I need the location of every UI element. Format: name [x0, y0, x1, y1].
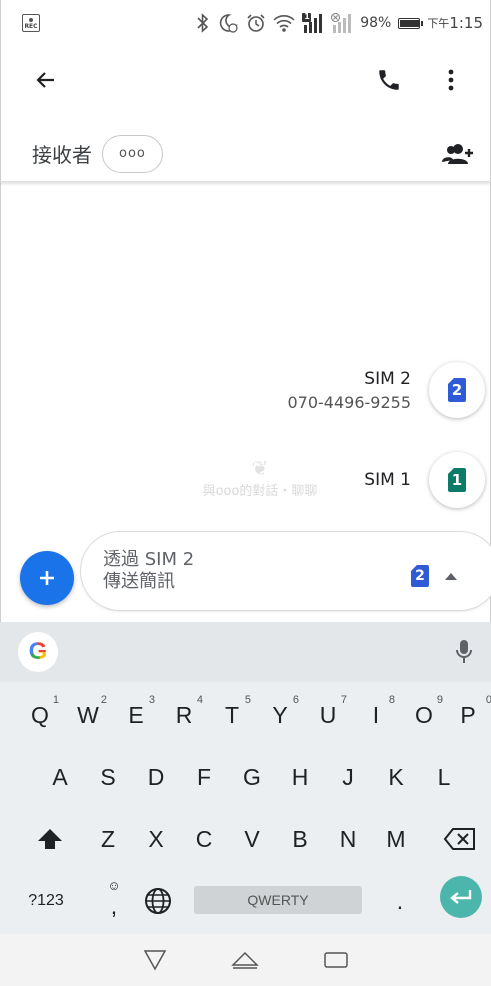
- add-person-icon[interactable]: [435, 132, 479, 176]
- key-m[interactable]: M: [374, 814, 418, 864]
- battery-percent: 98%: [360, 15, 392, 31]
- message-compose-field[interactable]: 透過 SIM 2 傳送簡訊 2: [80, 531, 491, 611]
- period-key[interactable]: .: [380, 876, 420, 926]
- watermark-text: 與ooo的對話・聊聊: [202, 484, 318, 499]
- sim-badge: 1: [304, 12, 310, 21]
- wifi-icon: [273, 13, 295, 33]
- signal-sim1-icon: 1: [302, 12, 324, 33]
- do-not-disturb-moon-icon: [217, 12, 239, 34]
- battery-icon: [398, 17, 424, 29]
- key-c[interactable]: C: [182, 814, 226, 864]
- more-vert-icon[interactable]: [431, 60, 471, 100]
- google-g-icon[interactable]: G: [18, 632, 58, 672]
- caret-up-icon: [445, 572, 457, 580]
- shift-icon[interactable]: [26, 814, 74, 864]
- compose-placeholder-line1: 透過 SIM 2: [103, 549, 195, 570]
- sim-option-number: 070-4496-9255: [287, 392, 411, 412]
- key-v[interactable]: V: [230, 814, 274, 864]
- sim-option-1[interactable]: SIM 1 1: [364, 452, 485, 508]
- key-g[interactable]: G: [230, 752, 274, 802]
- sim-card-icon: 2: [411, 565, 429, 587]
- sim-option-name: SIM 1: [364, 470, 411, 490]
- time-value: 1:15: [449, 14, 483, 32]
- leaf-logo-icon: ❦: [251, 456, 269, 480]
- key-o[interactable]: O9: [402, 690, 446, 740]
- recipient-label: 接收者: [32, 143, 92, 167]
- key-q[interactable]: Q1: [18, 690, 62, 740]
- back-triangle-icon[interactable]: [140, 945, 170, 975]
- clock: 下午 1:15: [427, 14, 483, 32]
- keyboard: G Q1 W2 E3 R4 T5 Y6 U7 I8 O9 P0 A S D F …: [0, 622, 491, 934]
- comma-label: ,: [110, 892, 118, 919]
- alarm-icon: [246, 13, 266, 33]
- key-z[interactable]: Z: [86, 814, 130, 864]
- emoji-hint-icon: ☺: [107, 878, 121, 893]
- recent-apps-icon[interactable]: [321, 945, 351, 975]
- key-x[interactable]: X: [134, 814, 178, 864]
- key-r[interactable]: R4: [162, 690, 206, 740]
- key-y[interactable]: Y6: [258, 690, 302, 740]
- keyboard-row-1: Q1 W2 E3 R4 T5 Y6 U7 I8 O9 P0: [0, 690, 491, 740]
- keyboard-row-3: Z X C V B N M: [0, 814, 491, 864]
- sim-1-button[interactable]: 1: [429, 452, 485, 508]
- compose-placeholder: 透過 SIM 2 傳送簡訊: [103, 549, 194, 593]
- signal-sim2-disabled-icon: [331, 13, 353, 33]
- key-a[interactable]: A: [38, 752, 82, 802]
- bluetooth-icon: [196, 13, 210, 33]
- key-e[interactable]: E3: [114, 690, 158, 740]
- key-l[interactable]: L: [422, 752, 466, 802]
- compose-placeholder-line2: 傳送簡訊: [103, 571, 175, 592]
- key-d[interactable]: D: [134, 752, 178, 802]
- key-b[interactable]: B: [278, 814, 322, 864]
- back-arrow-icon[interactable]: [30, 64, 62, 96]
- backspace-icon[interactable]: [436, 814, 484, 864]
- conversation-watermark: ❦ 與ooo的對話・聊聊: [180, 456, 340, 499]
- status-bar: REC 1 98% 下午 1:15: [0, 0, 491, 46]
- navigation-bar: [0, 934, 491, 986]
- sim-option-name: SIM 2: [364, 368, 411, 389]
- symbols-key[interactable]: ?123: [16, 876, 76, 926]
- keyboard-suggestion-bar: G: [0, 622, 491, 682]
- key-h[interactable]: H: [278, 752, 322, 802]
- mic-icon[interactable]: [449, 637, 479, 667]
- add-attachment-button[interactable]: [20, 551, 74, 605]
- top-app-bar: [0, 50, 491, 110]
- time-prefix: 下午: [427, 17, 450, 30]
- enter-icon[interactable]: [440, 876, 482, 918]
- recipient-row: 接收者 ooo: [0, 126, 491, 182]
- key-p[interactable]: P0: [446, 690, 491, 740]
- key-j[interactable]: J: [326, 752, 370, 802]
- sim-card-icon: 2: [448, 378, 466, 402]
- key-s[interactable]: S: [86, 752, 130, 802]
- keyboard-row-2: A S D F G H J K L: [0, 752, 491, 802]
- globe-icon[interactable]: [138, 876, 178, 926]
- screen-record-icon: REC: [22, 14, 40, 32]
- keyboard-row-4: ?123 ☺ , QWERTY .: [0, 876, 491, 926]
- sim-selector[interactable]: 2: [411, 565, 457, 587]
- sim-option-2[interactable]: SIM 2 070-4496-9255 2: [287, 362, 485, 418]
- key-n[interactable]: N: [326, 814, 370, 864]
- emoji-comma-key[interactable]: ☺ ,: [94, 876, 134, 926]
- key-f[interactable]: F: [182, 752, 226, 802]
- sim-2-button[interactable]: 2: [429, 362, 485, 418]
- recipient-chip[interactable]: ooo: [102, 134, 163, 173]
- sim-card-icon: 1: [448, 468, 466, 492]
- space-bar[interactable]: QWERTY: [194, 886, 362, 914]
- key-t[interactable]: T5: [210, 690, 254, 740]
- home-icon[interactable]: [230, 945, 260, 975]
- key-k[interactable]: K: [374, 752, 418, 802]
- key-u[interactable]: U7: [306, 690, 350, 740]
- key-i[interactable]: I8: [354, 690, 398, 740]
- key-w[interactable]: W2: [66, 690, 110, 740]
- phone-icon[interactable]: [369, 60, 409, 100]
